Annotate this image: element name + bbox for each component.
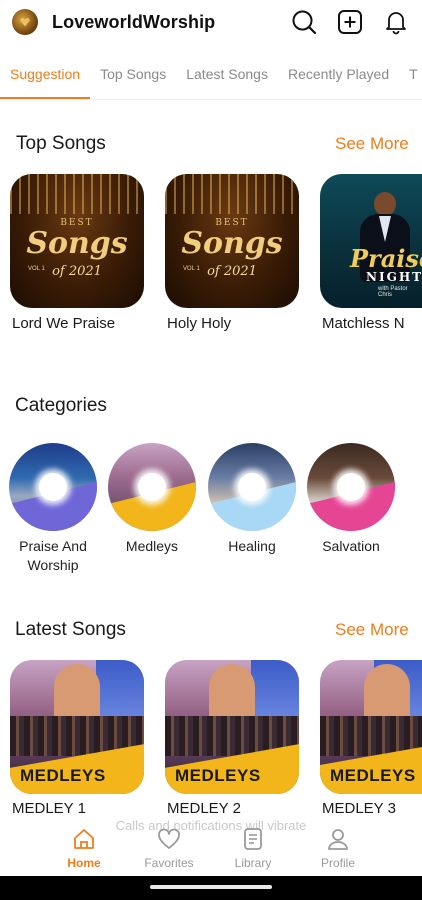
disc-hole [39,473,67,501]
nav-label: Profile [320,856,355,870]
home-gesture-pill[interactable] [150,885,272,889]
heart-icon [156,826,182,852]
category-praise-and-worship[interactable] [9,443,97,531]
stage-lights [10,174,144,214]
art-night-text: NIGHT [366,270,422,284]
disc-hole [337,473,365,501]
tab-bar: Suggestion Top Songs Latest Songs Recent… [0,56,422,100]
art-medleys-text: MEDLEYS [330,766,416,785]
art-by-text: with Pastor Chris [378,286,408,298]
song-card-medley-2[interactable]: MEDLEYS [165,660,299,794]
latest-songs-see-more[interactable]: See More [335,620,409,640]
nav-favorites[interactable]: Favorites [134,826,204,876]
song-card-lord-we-praise[interactable]: BEST Songs of 2021 VOL 1 [10,174,144,308]
category-label[interactable]: Praise And Worship [3,537,103,575]
stage-screen [251,660,299,720]
category-label[interactable]: Salvation [301,537,401,556]
bell-icon[interactable] [382,8,410,36]
profile-icon [325,826,351,852]
system-gesture-bar [0,876,422,900]
song-card-holy-holy[interactable]: BEST Songs of 2021 VOL 1 [165,174,299,308]
nav-profile[interactable]: Profile [303,826,373,876]
art-songs-text: Songs [26,226,128,261]
home-icon [71,826,97,852]
song-card-medley-1[interactable]: MEDLEYS [10,660,144,794]
nav-label: Home [67,856,101,870]
stage-arch [209,664,255,724]
song-card-medley-3[interactable]: MEDLEYS [320,660,422,794]
art-vol-text: VOL 1 [183,266,200,272]
bottom-navigation: Home Favorites Library Profile [0,826,422,876]
tab-latest-songs[interactable]: Latest Songs [176,56,278,99]
latest-songs-title: Latest Songs [15,619,126,640]
art-vol-text: VOL 1 [28,266,45,272]
disc-hole [238,473,266,501]
song-label[interactable]: MEDLEY 2 [167,800,241,817]
top-songs-see-more[interactable]: See More [335,134,409,154]
nav-label: Favorites [144,856,194,870]
song-label[interactable]: Holy Holy [167,315,231,332]
art-songs-text: Songs [181,226,283,261]
categories-title: Categories [15,395,107,416]
nav-label: Library [234,856,272,870]
tab-top-songs[interactable]: Top Songs [90,56,176,99]
category-medleys[interactable] [108,443,196,531]
art-praise-text: Praise [350,244,422,273]
song-label[interactable]: Matchless N [322,315,405,332]
top-songs-title: Top Songs [16,133,106,154]
art-medleys-text: MEDLEYS [20,766,106,785]
song-label[interactable]: MEDLEY 1 [12,800,86,817]
nav-library[interactable]: Library [218,826,288,876]
stage-arch [54,664,100,724]
nav-home[interactable]: Home [49,826,119,876]
app-header: LoveworldWorship [0,0,422,44]
song-label[interactable]: Lord We Praise [12,315,115,332]
app-title: LoveworldWorship [52,11,216,32]
song-card-matchless[interactable]: Praise NIGHT with Pastor Chris [320,174,422,308]
logo-icon[interactable] [12,9,38,35]
search-icon[interactable] [290,8,318,36]
disc-hole [138,473,166,501]
stage-lights [165,174,299,214]
add-icon[interactable] [336,8,364,36]
song-label[interactable]: MEDLEY 3 [322,800,396,817]
category-label[interactable]: Healing [202,537,302,556]
category-label[interactable]: Medleys [102,537,202,556]
tab-recently-played[interactable]: Recently Played [278,56,399,99]
tab-more[interactable]: T [399,56,422,99]
category-healing[interactable] [208,443,296,531]
category-salvation[interactable] [307,443,395,531]
tab-suggestion[interactable]: Suggestion [0,56,91,99]
library-icon [240,826,266,852]
stage-screen [96,660,144,720]
art-medleys-text: MEDLEYS [175,766,261,785]
stage-arch [364,664,410,724]
header-actions [290,8,410,36]
